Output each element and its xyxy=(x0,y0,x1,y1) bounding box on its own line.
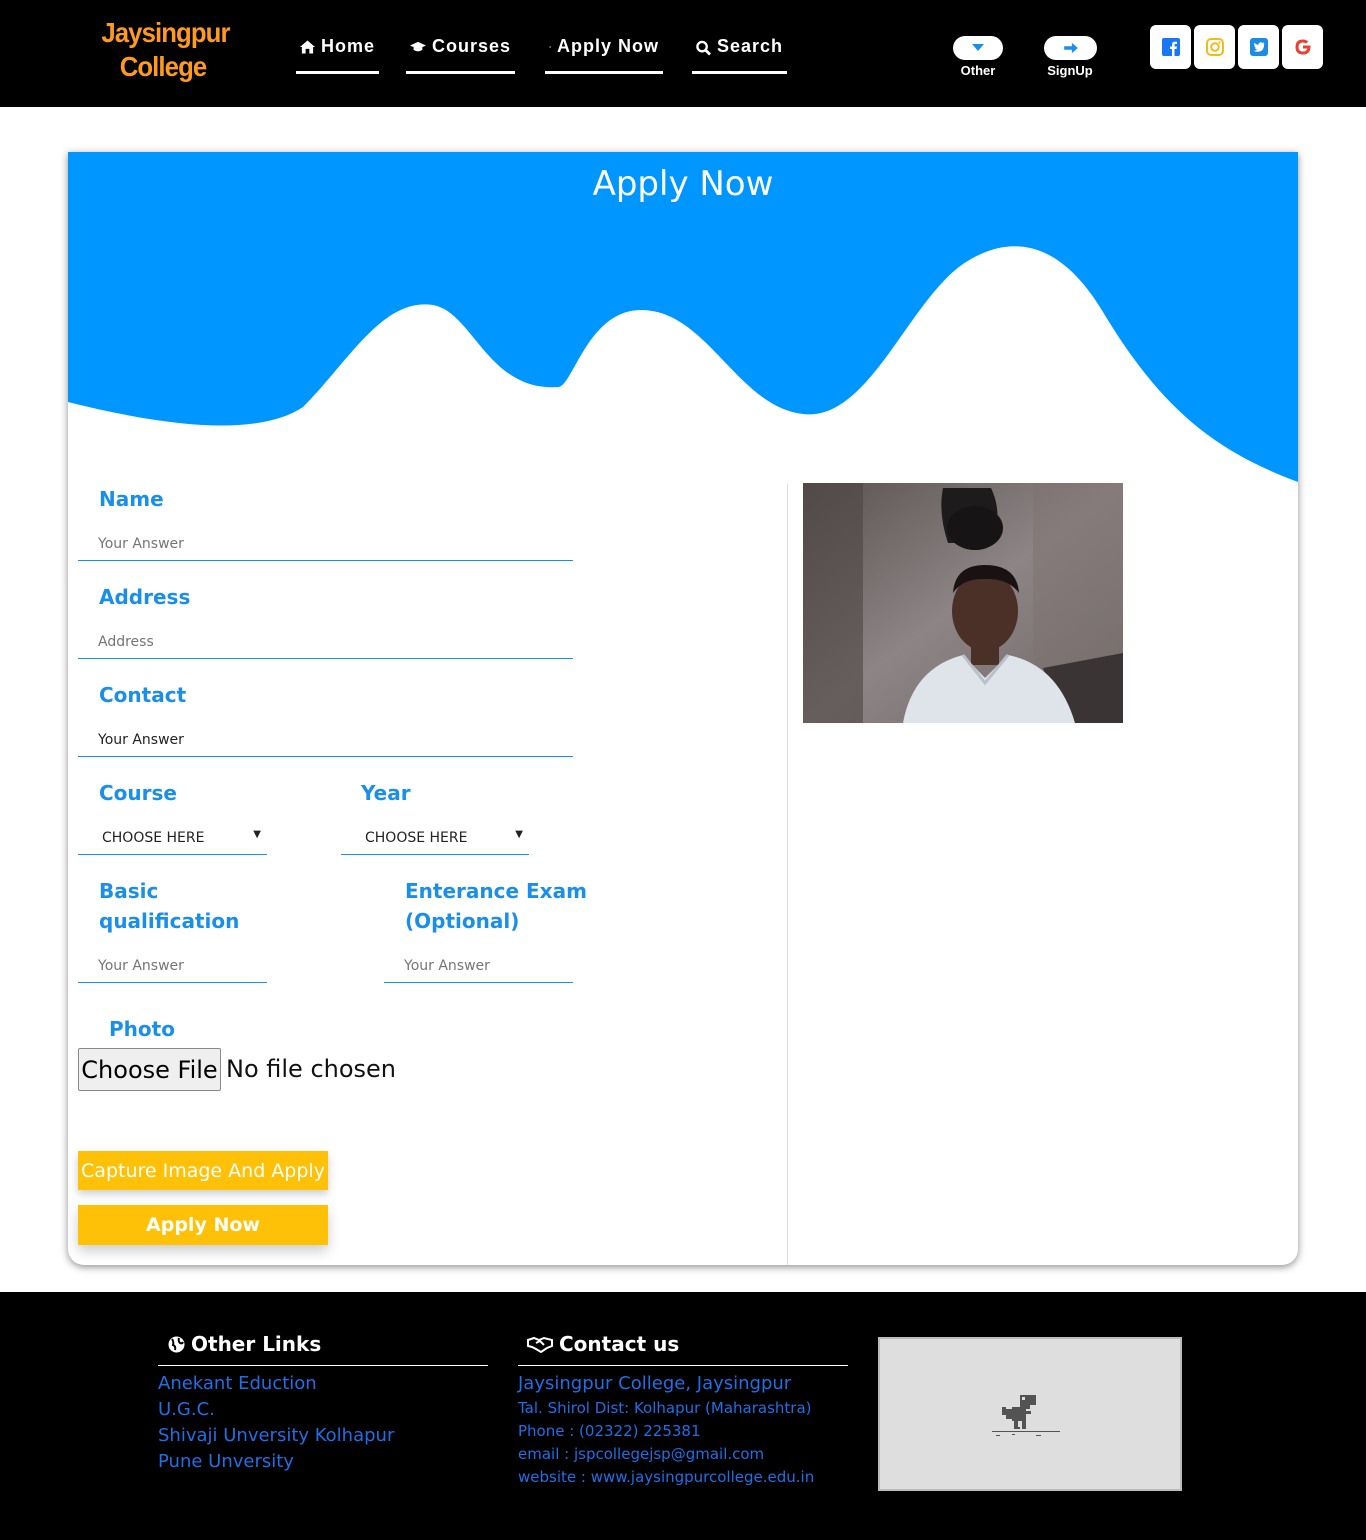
contact-website[interactable]: website : www.jaysingpurcollege.edu.in xyxy=(518,1468,814,1486)
basic-qualification-input[interactable] xyxy=(78,949,267,983)
other-label: Other xyxy=(960,63,996,78)
other-links-heading: Other Links xyxy=(168,1332,321,1356)
signup-button[interactable] xyxy=(1044,36,1097,60)
graduation-cap-icon xyxy=(410,41,426,52)
choose-file-button[interactable]: Choose File xyxy=(78,1048,221,1091)
basic-qualification-label-line-2: qualification xyxy=(99,909,240,933)
signup-label: SignUp xyxy=(1047,63,1093,78)
handshake-icon xyxy=(527,1336,553,1353)
contact-heading-text: Contact us xyxy=(559,1332,680,1356)
name-label: Name xyxy=(99,487,164,511)
year-select-value: CHOOSE HERE xyxy=(365,829,468,846)
address-input[interactable] xyxy=(78,625,573,659)
entrance-exam-label-line-1: Enterance Exam xyxy=(405,879,587,903)
footer-link[interactable]: Shivaji Unversity Kolhapur xyxy=(158,1425,394,1446)
entrance-exam-label-line-2: (Optional) xyxy=(405,909,520,933)
brand-line-1: Jaysingpur xyxy=(101,17,230,48)
top-navbar: Jaysingpur College Home Courses Apply No… xyxy=(0,0,1366,107)
entrance-exam-label: Enterance Exam (Optional) xyxy=(405,876,587,936)
photo-label: Photo xyxy=(109,1017,175,1041)
apply-now-button[interactable]: Apply Now xyxy=(78,1205,328,1245)
address-label: Address xyxy=(99,585,191,609)
capture-image-button[interactable]: Capture Image And Apply xyxy=(78,1151,328,1190)
year-label: Year xyxy=(361,781,411,805)
column-divider xyxy=(787,484,788,1265)
instagram-button[interactable] xyxy=(1194,25,1235,69)
footer-link[interactable]: U.G.C. xyxy=(158,1399,215,1420)
footer-link[interactable]: Pune Unversity xyxy=(158,1451,294,1472)
google-button[interactable] xyxy=(1282,25,1323,69)
arrow-right-icon xyxy=(549,46,551,48)
instagram-icon xyxy=(1205,38,1224,56)
apply-form-card: Apply Now Name Address Contact Course CH… xyxy=(68,152,1298,1265)
other-links-rule xyxy=(158,1365,488,1366)
contact-rule xyxy=(518,1365,848,1366)
arrow-right-icon xyxy=(1063,42,1078,54)
nav-apply-now[interactable]: Apply Now xyxy=(545,36,663,74)
contact-email[interactable]: email : jspcollegejsp@gmail.com xyxy=(518,1445,764,1463)
course-select-value: CHOOSE HERE xyxy=(102,829,205,846)
footer-link[interactable]: Anekant Eduction xyxy=(158,1373,317,1394)
entrance-exam-input[interactable] xyxy=(384,949,573,983)
nav-search-label: Search xyxy=(716,36,783,56)
other-dropdown-button[interactable] xyxy=(953,36,1003,60)
google-icon xyxy=(1295,39,1311,55)
name-input[interactable] xyxy=(78,527,573,561)
map-embed-offline xyxy=(878,1337,1182,1491)
caret-down-icon: ▼ xyxy=(253,829,261,840)
course-label: Course xyxy=(99,781,177,805)
caret-down-icon xyxy=(972,44,984,51)
basic-qualification-label-line-1: Basic xyxy=(99,879,159,903)
contact-phone: Phone : (02322) 225381 xyxy=(518,1422,701,1440)
basic-qualification-label: Basic qualification xyxy=(99,876,239,936)
twitter-button[interactable] xyxy=(1238,25,1279,69)
footer: Other Links Anekant Eduction U.G.C. Shiv… xyxy=(0,1292,1366,1540)
year-select[interactable]: CHOOSE HERE ▼ xyxy=(341,821,529,855)
twitter-icon xyxy=(1249,38,1268,56)
globe-icon xyxy=(168,1336,185,1352)
no-file-status: No file chosen xyxy=(226,1055,397,1083)
brand-logo[interactable]: Jaysingpur College xyxy=(101,16,230,84)
nav-home[interactable]: Home xyxy=(296,36,379,74)
nav-home-label: Home xyxy=(320,36,375,56)
contact-heading: Contact us xyxy=(527,1332,679,1356)
nav-courses[interactable]: Courses xyxy=(406,36,515,74)
search-icon xyxy=(696,40,711,56)
facebook-icon xyxy=(1161,38,1180,56)
brand-line-2: College xyxy=(119,51,208,82)
form-title: Apply Now xyxy=(592,164,774,204)
nav-courses-label: Courses xyxy=(431,36,511,56)
contact-label: Contact xyxy=(99,683,187,707)
captured-photo xyxy=(803,483,1123,723)
contact-input[interactable] xyxy=(78,723,573,757)
contact-address: Tal. Shirol Dist: Kolhapur (Maharashtra) xyxy=(518,1399,812,1417)
course-select[interactable]: CHOOSE HERE ▼ xyxy=(78,821,267,855)
other-links-heading-text: Other Links xyxy=(191,1332,322,1356)
dinosaur-icon xyxy=(992,1395,1060,1436)
nav-apply-label: Apply Now xyxy=(557,36,659,56)
facebook-button[interactable] xyxy=(1150,25,1191,69)
caret-down-icon: ▼ xyxy=(515,829,523,840)
nav-search[interactable]: Search xyxy=(692,36,787,74)
contact-college-name: Jaysingpur College, Jaysingpur xyxy=(518,1373,792,1394)
home-icon xyxy=(300,40,315,54)
